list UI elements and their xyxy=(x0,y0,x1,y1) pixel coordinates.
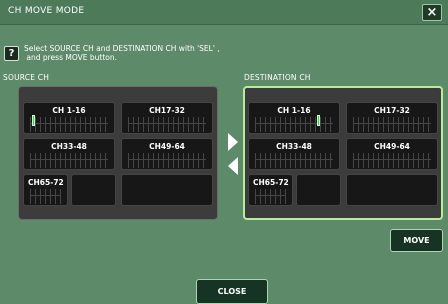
destination-ch-panel: CH 1-16 CH17-32 CH33-48 CH49-64 CH65-72 xyxy=(243,86,443,220)
fader-strip xyxy=(353,153,431,168)
group-label: CH65-72 xyxy=(28,178,64,187)
destination-group-ch1-16[interactable]: CH 1-16 xyxy=(248,102,340,134)
group-label: CH49-64 xyxy=(149,142,185,151)
right-arrow-icon xyxy=(228,133,238,151)
group-label: CH17-32 xyxy=(374,106,410,115)
destination-group-ch17-32[interactable]: CH17-32 xyxy=(346,102,438,134)
fader-strip xyxy=(255,189,286,204)
left-arrow-icon xyxy=(228,157,238,175)
source-ch-panel: CH 1-16 CH17-32 CH33-48 CH49-64 CH65-72 xyxy=(18,86,218,220)
instruction-text: Select SOURCE CH and DESTINATION CH with… xyxy=(24,44,220,62)
source-group-ch65-72[interactable]: CH65-72 xyxy=(23,174,68,206)
source-group-ch1-16[interactable]: CH 1-16 xyxy=(23,102,115,134)
group-label: CH33-48 xyxy=(276,142,312,151)
title-bar: CH MOVE MODE × xyxy=(0,0,448,25)
selected-channel-indicator xyxy=(32,115,35,126)
group-label: CH17-32 xyxy=(149,106,185,115)
source-group-ch49-64[interactable]: CH49-64 xyxy=(121,138,213,170)
group-label: CH65-72 xyxy=(253,178,289,187)
help-icon: ? xyxy=(4,46,19,61)
selected-channel-indicator xyxy=(317,115,320,126)
source-group-ch17-32[interactable]: CH17-32 xyxy=(121,102,213,134)
fader-strip xyxy=(255,153,333,168)
fader-strip xyxy=(128,117,206,132)
destination-group-ch65-72[interactable]: CH65-72 xyxy=(248,174,293,206)
fader-strip xyxy=(30,153,108,168)
fader-strip xyxy=(128,153,206,168)
destination-group-ch49-64[interactable]: CH49-64 xyxy=(346,138,438,170)
fader-strip xyxy=(353,117,431,132)
destination-group-ch33-48[interactable]: CH33-48 xyxy=(248,138,340,170)
close-button[interactable]: CLOSE xyxy=(196,279,268,304)
destination-ch-label: DESTINATION CH xyxy=(244,73,311,82)
empty-slot xyxy=(121,174,213,206)
window-title: CH MOVE MODE xyxy=(8,6,85,16)
group-label: CH 1-16 xyxy=(277,106,311,115)
fader-strip xyxy=(30,117,108,132)
fader-strip xyxy=(255,117,333,132)
group-label: CH 1-16 xyxy=(52,106,86,115)
fader-strip xyxy=(30,189,61,204)
empty-slot xyxy=(296,174,341,206)
empty-slot xyxy=(346,174,438,206)
group-label: CH33-48 xyxy=(51,142,87,151)
close-icon[interactable]: × xyxy=(422,4,442,21)
move-button[interactable]: MOVE xyxy=(390,229,443,252)
group-label: CH49-64 xyxy=(374,142,410,151)
empty-slot xyxy=(71,174,116,206)
source-ch-label: SOURCE CH xyxy=(3,73,50,82)
source-group-ch33-48[interactable]: CH33-48 xyxy=(23,138,115,170)
